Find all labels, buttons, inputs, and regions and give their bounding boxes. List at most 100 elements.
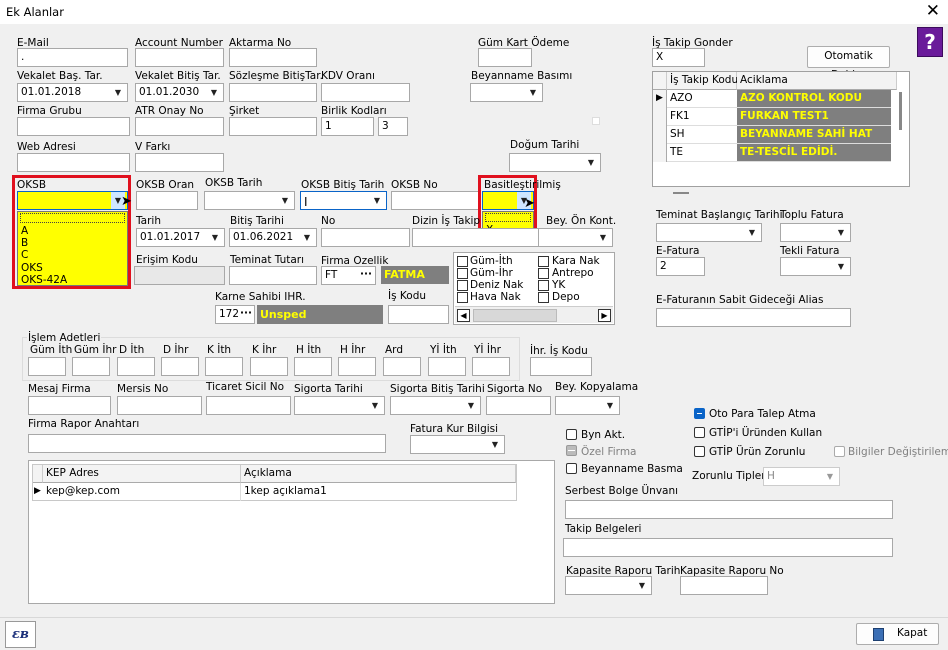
dizin-is-takip-field[interactable] [412,228,542,247]
is-takip-grid[interactable]: İş Takip Kodu Aciklama ▶ AZO AZO KONTROL… [652,71,910,194]
otomatik-doldur-button[interactable]: Otomatik Doldur [807,46,890,81]
teminat-tutari-field[interactable] [229,266,317,285]
is-kodu-field[interactable] [388,305,449,324]
chevron-down-icon[interactable]: ▼ [635,577,649,594]
chevron-down-icon[interactable]: ▼ [208,229,222,246]
help-icon[interactable]: ? [917,27,943,57]
islem-col-field[interactable] [161,357,199,376]
oksb-no-field[interactable] [391,191,479,210]
gtip-zorunlu-checkbox[interactable] [694,446,705,457]
grid-cell-kep-adres[interactable]: kep@kep.com [43,483,241,501]
e-fatura-field[interactable]: 2 [656,257,705,276]
grid-cell-code[interactable]: FK1 [667,108,737,126]
firma-grubu-field[interactable] [17,117,130,136]
sozlesme-bitis-field[interactable] [229,83,317,102]
checkbox[interactable] [457,292,468,303]
karne-code-field[interactable]: 172 ··· [215,305,255,324]
ticaret-sicil-field[interactable] [206,396,291,415]
sigorta-no-field[interactable] [486,396,551,415]
islem-col-field[interactable] [472,357,510,376]
grid-cell-code[interactable]: TE [667,144,737,162]
kapat-button[interactable]: Kapat [856,623,939,645]
ihr-is-kodu-field[interactable] [530,357,592,376]
grid-cell-aciklama[interactable]: 1kep açıklama1 [241,483,516,501]
oksb-combo[interactable]: ▼ [17,191,128,210]
grid-cell-desc[interactable]: AZO KONTROL KODU [737,90,891,108]
logo-icon[interactable]: ɛʙ [5,621,36,648]
sigorta-bitis-combo[interactable]: ▼ [390,396,481,415]
islem-col-field[interactable] [294,357,332,376]
grid-header-kep-adres[interactable]: KEP Adres [43,465,241,483]
dropdown-item-empty[interactable] [485,213,531,222]
firma-rapor-field[interactable] [28,434,386,453]
grid-hscroll-thumb[interactable] [673,192,689,194]
scroll-left-icon[interactable]: ◀ [457,309,470,322]
scroll-right-icon[interactable]: ▶ [598,309,611,322]
checkbox[interactable] [538,280,549,291]
beyanname-basma-checkbox[interactable] [566,463,577,474]
erisim-kodu-field[interactable] [134,266,225,285]
chevron-down-icon[interactable]: ▼ [834,224,848,241]
checkbox[interactable] [538,292,549,303]
oksb-oran-field[interactable] [136,191,198,210]
islem-col-field[interactable] [205,357,243,376]
chevron-down-icon[interactable]: ▼ [584,154,598,171]
mersis-no-field[interactable] [117,396,202,415]
bey-on-kont-combo[interactable]: ▼ [538,228,613,247]
chevron-down-icon[interactable]: ▼ [526,84,540,101]
islem-col-field[interactable] [250,357,288,376]
byn-akt-checkbox[interactable] [566,429,577,440]
birlik-kodu-1-field[interactable]: 1 [321,117,374,136]
dropdown-item[interactable]: A [21,225,28,237]
dropdown-item[interactable]: OKS [21,262,43,274]
islem-col-field[interactable] [117,357,155,376]
e-fatura-alias-field[interactable] [656,308,851,327]
is-takip-gonder-field[interactable]: X [652,48,705,67]
ellipsis-icon[interactable]: ··· [360,268,372,281]
grid-header-aciklama[interactable]: Açıklama [241,465,516,483]
account-number-field[interactable] [135,48,224,67]
mesaj-firma-field[interactable] [28,396,111,415]
grid-scrollbar-thumb[interactable] [899,92,902,130]
vekalet-bitis-combo[interactable]: 01.01.2030 ▼ [135,83,224,102]
firma-ozellik-code-field[interactable]: FT ··· [321,266,376,285]
fatura-kur-combo[interactable]: ▼ [410,435,505,454]
takip-belgeleri-field[interactable] [563,538,893,557]
scroll-thumb[interactable] [473,309,557,322]
ellipsis-icon[interactable]: ··· [240,307,252,320]
grid-cell-desc[interactable]: BEYANNAME SAHİ HAT [737,126,891,144]
email-field[interactable]: . [17,48,128,67]
islem-col-field[interactable] [428,357,466,376]
bilgiler-degistirileme-checkbox[interactable] [834,446,845,457]
islem-col-field[interactable] [28,357,66,376]
chevron-down-icon[interactable]: ▼ [745,224,759,241]
gtip-urun-checkbox[interactable] [694,427,705,438]
chevron-down-icon[interactable]: ▼ [111,84,125,101]
oksb-bitis-combo[interactable]: ▼ [300,191,387,210]
chevron-down-icon[interactable]: ▼ [596,229,610,246]
kapasite-tarih-combo[interactable]: ▼ [565,576,652,595]
toplu-fatura-combo[interactable]: ▼ [780,223,851,242]
gum-kart-odeme-field[interactable] [478,48,532,67]
atr-onay-no-field[interactable] [135,117,224,136]
chevron-down-icon[interactable]: ▼ [603,397,617,414]
grid-cell-desc[interactable]: FURKAN TEST1 [737,108,891,126]
chevron-down-icon[interactable]: ▼ [834,258,848,275]
dogum-tarihi-combo[interactable]: ▼ [509,153,601,172]
zorunlu-tipler-combo[interactable]: H ▼ [763,467,840,486]
checkbox[interactable] [457,268,468,279]
dropdown-item[interactable]: C [21,249,28,261]
teminat-baslangic-combo[interactable]: ▼ [656,223,762,242]
grid-cell-code[interactable]: SH [667,126,737,144]
chevron-down-icon[interactable]: ▼ [368,397,382,414]
dropdown-item-empty[interactable] [20,213,125,223]
sirket-field[interactable] [229,117,317,136]
kep-grid[interactable]: KEP Adres Açıklama ▶ kep@kep.com 1kep aç… [32,464,517,501]
chevron-down-icon[interactable]: ▼ [300,229,314,246]
oksb-tarih-combo[interactable]: ▼ [204,191,295,210]
bitis-tarihi-combo[interactable]: 01.06.2021 ▼ [229,228,317,247]
tekli-fatura-combo[interactable]: ▼ [780,257,851,276]
bey-kopyalama-combo[interactable]: ▼ [555,396,620,415]
chevron-down-icon[interactable]: ▼ [278,192,292,209]
checkbox[interactable] [457,256,468,267]
